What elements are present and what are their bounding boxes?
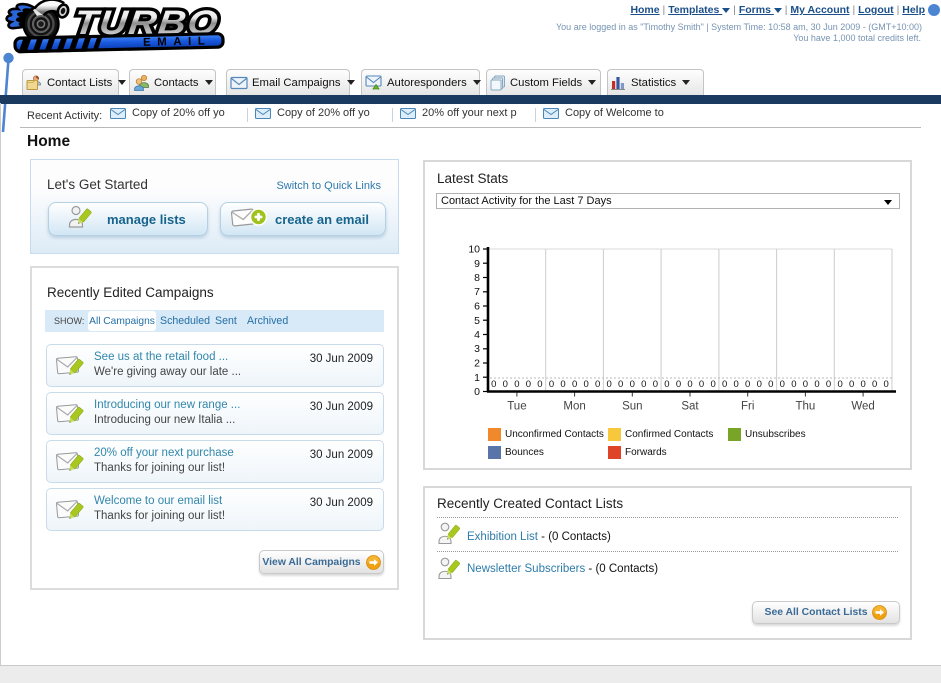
svg-text:8: 8 bbox=[474, 272, 480, 284]
svg-text:0: 0 bbox=[768, 379, 773, 390]
svg-text:6: 6 bbox=[474, 301, 480, 313]
svg-text:0: 0 bbox=[884, 379, 889, 390]
svg-text:Mon: Mon bbox=[563, 401, 585, 413]
svg-text:0: 0 bbox=[641, 379, 646, 390]
svg-text:0: 0 bbox=[503, 379, 508, 390]
svg-text:0: 0 bbox=[474, 386, 480, 398]
svg-text:0: 0 bbox=[526, 379, 531, 390]
svg-text:0: 0 bbox=[607, 379, 612, 390]
svg-text:0: 0 bbox=[814, 379, 819, 390]
svg-text:0: 0 bbox=[710, 379, 715, 390]
svg-text:0: 0 bbox=[872, 379, 877, 390]
svg-text:0: 0 bbox=[560, 379, 565, 390]
svg-text:0: 0 bbox=[583, 379, 588, 390]
svg-text:0: 0 bbox=[687, 379, 692, 390]
svg-text:3: 3 bbox=[474, 343, 480, 355]
svg-text:0: 0 bbox=[745, 379, 750, 390]
svg-text:0: 0 bbox=[653, 379, 658, 390]
svg-text:Fri: Fri bbox=[741, 401, 754, 413]
svg-text:0: 0 bbox=[803, 379, 808, 390]
svg-text:0: 0 bbox=[780, 379, 785, 390]
svg-text:Sat: Sat bbox=[681, 401, 699, 413]
svg-text:Thu: Thu bbox=[795, 401, 815, 413]
svg-text:10: 10 bbox=[468, 244, 480, 256]
svg-text:EMAIL: EMAIL bbox=[143, 35, 212, 49]
svg-text:0: 0 bbox=[722, 379, 727, 390]
svg-text:0: 0 bbox=[549, 379, 554, 390]
svg-text:Wed: Wed bbox=[851, 401, 874, 413]
svg-text:0: 0 bbox=[537, 379, 542, 390]
svg-text:0: 0 bbox=[618, 379, 623, 390]
svg-text:5: 5 bbox=[474, 315, 480, 327]
svg-text:1: 1 bbox=[474, 372, 480, 384]
svg-text:0: 0 bbox=[826, 379, 831, 390]
svg-text:0: 0 bbox=[630, 379, 635, 390]
svg-text:0: 0 bbox=[860, 379, 865, 390]
svg-text:0: 0 bbox=[676, 379, 681, 390]
svg-text:Sun: Sun bbox=[622, 401, 642, 413]
svg-text:9: 9 bbox=[474, 258, 480, 270]
svg-text:0: 0 bbox=[757, 379, 762, 390]
svg-text:2: 2 bbox=[474, 358, 480, 370]
svg-text:7: 7 bbox=[474, 286, 480, 298]
svg-text:Tue: Tue bbox=[507, 401, 526, 413]
svg-text:0: 0 bbox=[791, 379, 796, 390]
svg-text:0: 0 bbox=[514, 379, 519, 390]
svg-text:0: 0 bbox=[734, 379, 739, 390]
svg-text:0: 0 bbox=[699, 379, 704, 390]
svg-text:0: 0 bbox=[572, 379, 577, 390]
svg-text:4: 4 bbox=[474, 329, 480, 341]
svg-text:0: 0 bbox=[491, 379, 496, 390]
svg-text:0: 0 bbox=[849, 379, 854, 390]
svg-text:0: 0 bbox=[664, 379, 669, 390]
svg-text:0: 0 bbox=[837, 379, 842, 390]
svg-text:0: 0 bbox=[595, 379, 600, 390]
